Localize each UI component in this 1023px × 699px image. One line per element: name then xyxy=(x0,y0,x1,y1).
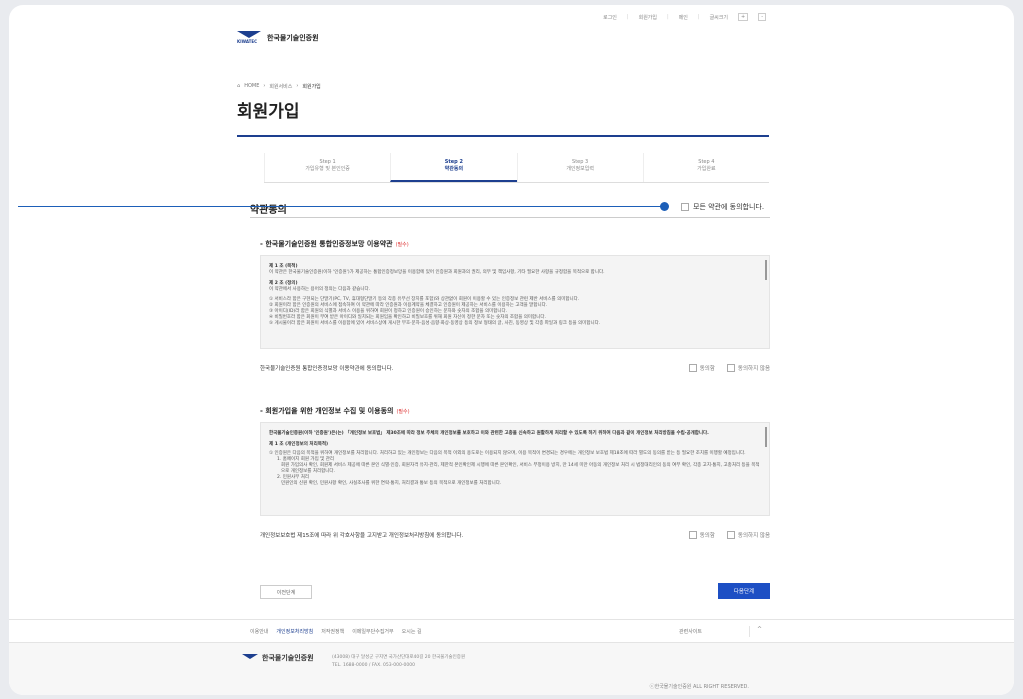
step-4: Step 4 가입완료 xyxy=(642,153,769,182)
term1-title: - 한국물기술인증원 통합인증정보망 이용약관 xyxy=(260,240,393,248)
step-3: Step 3 개인정보입력 xyxy=(516,153,643,182)
step-number: Step 2 xyxy=(444,159,463,165)
prev-step-button[interactable]: 이전단계 xyxy=(260,585,312,599)
chevron-right-icon: › xyxy=(296,83,299,89)
term1-options: 동의함 동의하지 않음 xyxy=(688,364,770,372)
annotation-leader-line xyxy=(18,206,666,207)
article-title: 제 1 조 (개인정보의 처리목적) xyxy=(269,442,329,447)
breadcrumb-current: 회원가입 xyxy=(302,84,321,90)
term2-options: 동의함 동의하지 않음 xyxy=(688,531,770,539)
logo-icon xyxy=(242,654,258,662)
site-logo[interactable]: KIWATEC 한국물기술인증원 xyxy=(237,31,319,45)
footer-link[interactable]: 이메일무단수집거부 xyxy=(352,628,393,635)
policy-intro: 한국물기술인증원(이하 '인증원')은(는) 「개인정보 보호법」 제30조에 … xyxy=(269,431,709,436)
term2-disagree-radio[interactable]: 동의하지 않음 xyxy=(726,531,770,539)
option-label: 동의함 xyxy=(699,366,715,372)
utility-menu: 로그인 | 회원가입 | 메인 | 글씨크기 + - xyxy=(603,13,766,21)
term2-content-box[interactable]: 한국물기술인증원(이하 '인증원')은(는) 「개인정보 보호법」 제30조에 … xyxy=(260,422,770,516)
step-indicator: Step 1 가입유형 및 본인인증 Step 2 약관동의 Step 3 개인… xyxy=(264,153,769,183)
login-link[interactable]: 로그인 xyxy=(603,14,617,21)
family-site-select[interactable]: 관련사이트 xyxy=(679,626,749,637)
footer-link[interactable]: 저작권정책 xyxy=(321,628,344,635)
article-item: ① 인증원은 다음의 목적을 위하여 개인정보를 처리합니다. 처리하고 있는 … xyxy=(269,451,746,456)
term2-agree-row: 개인정보보호법 제15조에 따라 위 각호사항을 고지받고 개인정보처리방침에 … xyxy=(260,531,770,539)
home-link[interactable]: 메인 xyxy=(679,14,688,21)
checkbox-icon[interactable] xyxy=(688,364,697,372)
divider: | xyxy=(697,14,700,20)
term2-agree-radio[interactable]: 동의함 xyxy=(688,531,715,539)
chevron-right-icon: › xyxy=(263,83,266,89)
article-text: 이 약관에서 사용하는 용어의 정의는 다음과 같습니다. xyxy=(269,287,371,292)
term1-agree-radio[interactable]: 동의함 xyxy=(688,364,715,372)
term1-agree-text: 한국물기술인증원 통합인증정보망 이용약관에 동의합니다. xyxy=(260,366,394,372)
page-title: 회원가입 xyxy=(237,102,300,122)
term2-heading: - 회원가입을 위한 개인정보 수집 및 이용동의 (필수) xyxy=(260,406,410,416)
footer-address: (43008) 대구 달성군 구지면 국가산단대로40길 20 한국물기술인증원… xyxy=(332,654,465,670)
step-number: Step 1 xyxy=(319,159,336,165)
step-label: 가입유형 및 본인인증 xyxy=(305,166,350,172)
checkbox-icon[interactable] xyxy=(688,531,697,539)
option-label: 동의함 xyxy=(699,533,715,539)
step-label: 가입완료 xyxy=(697,166,716,172)
scrollbar-thumb[interactable] xyxy=(765,427,767,447)
next-step-button[interactable]: 다음단계 xyxy=(718,583,770,599)
scrollbar-thumb[interactable] xyxy=(765,260,767,280)
footer-org-name: 한국물기술인증원 xyxy=(262,654,314,662)
term1-agree-row: 한국물기술인증원 통합인증정보망 이용약관에 동의합니다. 동의함 동의하지 않… xyxy=(260,364,770,372)
agree-all-label: 모든 약관에 동의합니다. xyxy=(693,203,765,211)
footer-link[interactable]: 이용안내 xyxy=(250,628,268,635)
annotation-dot xyxy=(660,202,669,211)
term1-disagree-radio[interactable]: 동의하지 않음 xyxy=(726,364,770,372)
footer-link[interactable]: 오시는 길 xyxy=(402,628,422,635)
font-increase-button[interactable]: + xyxy=(737,13,749,21)
option-label: 동의하지 않음 xyxy=(737,533,770,539)
article-text: 이 약관은 한국물기술인증원(이하 '인증원')가 제공하는 통합인증정보망을 … xyxy=(269,270,605,275)
checkbox-icon[interactable] xyxy=(681,203,689,211)
page-frame: 로그인 | 회원가입 | 메인 | 글씨크기 + - KIWATEC 한국물기술… xyxy=(9,5,1014,695)
term1-heading: - 한국물기술인증원 통합인증정보망 이용약관 (필수) xyxy=(260,239,409,249)
home-icon[interactable]: ⌂ xyxy=(237,83,240,90)
site-footer: 한국물기술인증원 (43008) 대구 달성군 구지면 국가산단대로40길 20… xyxy=(9,643,1014,695)
step-1: Step 1 가입유형 및 본인인증 xyxy=(264,153,390,182)
required-badge: (필수) xyxy=(396,409,410,415)
footer-link-privacy[interactable]: 개인정보처리방침 xyxy=(276,628,313,635)
title-underline xyxy=(237,135,769,137)
checkbox-icon[interactable] xyxy=(726,364,735,372)
term2-title: - 회원가입을 위한 개인정보 수집 및 이용동의 xyxy=(260,407,394,415)
breadcrumb-parent[interactable]: 회원서비스 xyxy=(269,83,292,90)
breadcrumb-home[interactable]: HOME xyxy=(244,83,259,90)
logo-icon: KIWATEC xyxy=(237,31,261,45)
contact-text: TEL. 1688-0000 / FAX. 053-000-0000 xyxy=(332,663,415,668)
article-item: 민원인의 신원 확인, 민원사항 확인, 사실조사를 위한 연락·통지, 처리결… xyxy=(281,481,502,486)
step-label: 개인정보입력 xyxy=(566,166,594,172)
article-item: 회원 가입의사 확인, 회원제 서비스 제공에 따른 본인 식별·인증, 회원자… xyxy=(281,463,760,474)
font-size-label: 글씨크기 xyxy=(709,14,728,21)
breadcrumb: ⌂ HOME › 회원서비스 › 회원가입 xyxy=(237,83,321,90)
logo-name: 한국물기술인증원 xyxy=(267,34,319,42)
step-2: Step 2 약관동의 xyxy=(390,153,517,182)
footer-nav: 이용안내 개인정보처리방침 저작권정책 이메일무단수집거부 오시는 길 관련사이… xyxy=(9,619,1014,643)
logo-abbr: KIWATEC xyxy=(237,39,258,44)
section-divider xyxy=(250,217,770,218)
divider: | xyxy=(667,14,669,20)
step-number: Step 4 xyxy=(698,159,715,165)
footer-links: 이용안내 개인정보처리방침 저작권정책 이메일무단수집거부 오시는 길 xyxy=(250,628,422,635)
join-link[interactable]: 회원가입 xyxy=(639,14,657,21)
option-label: 동의하지 않음 xyxy=(737,366,770,372)
font-decrease-button[interactable]: - xyxy=(758,13,766,21)
step-label: 약관동의 xyxy=(444,166,464,172)
agree-all-checkbox[interactable]: 모든 약관에 동의합니다. xyxy=(681,202,764,212)
article-item: ⑤ 게시물이라 함은 회원이 서비스를 이용함에 있어 서비스상에 게시한 부호… xyxy=(269,321,601,326)
step-number: Step 3 xyxy=(572,159,589,165)
term2-agree-text: 개인정보보호법 제15조에 따라 위 각호사항을 고지받고 개인정보처리방침에 … xyxy=(260,533,464,539)
checkbox-icon[interactable] xyxy=(726,531,735,539)
chevron-up-icon[interactable]: ^ xyxy=(749,626,769,637)
address-text: (43008) 대구 달성군 구지면 국가산단대로40길 20 한국물기술인증원 xyxy=(332,655,466,660)
copyright: ⓒ한국물기술인증원 ALL RIGHT RESERVED. xyxy=(649,684,749,690)
required-badge: (필수) xyxy=(395,242,409,248)
footer-logo: 한국물기술인증원 xyxy=(242,653,314,663)
term1-content-box[interactable]: 제 1 조 (목적) 이 약관은 한국물기술인증원(이하 '인증원')가 제공하… xyxy=(260,255,770,349)
section-title: 약관동의 xyxy=(250,205,287,216)
divider: | xyxy=(626,14,629,20)
